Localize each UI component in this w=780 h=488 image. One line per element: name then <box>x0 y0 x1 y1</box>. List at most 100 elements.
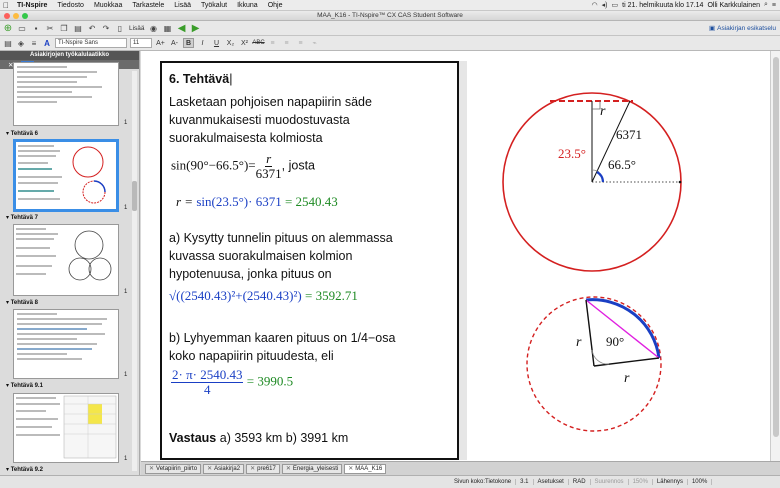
section-tehtava-8[interactable]: ▾ Tehtävä 8 <box>6 299 38 306</box>
battery-icon[interactable]: ▭ <box>612 1 619 9</box>
settings-status[interactable]: Asetukset <box>534 479 569 485</box>
menubar-clock[interactable]: ti 21. helmikuuta klo 17.14 <box>622 2 703 9</box>
angle-mode-status[interactable]: RAD <box>569 479 591 485</box>
math-box-equation-4[interactable]: 2· π· 2540.43 4 = 3990.5 <box>171 368 293 397</box>
tab-maa-k16[interactable]: ✕ MAA_K16 <box>344 463 387 474</box>
subscript-button[interactable]: X₂ <box>225 38 236 48</box>
spotlight-icon[interactable]: ⌕ <box>764 1 768 9</box>
document-tabs-bar: ✕ Vetapiirin_piirto ✕ Asiakirja2 ✕ pre617 ✕… <box>141 461 780 475</box>
math-box-equation-1[interactable]: sin(90°−66.5°)= r 6371, josta <box>171 152 315 181</box>
part-b-line-1[interactable]: b) Lyhyemman kaaren pituus on 1/4−osa <box>169 331 395 346</box>
save-icon[interactable]: ▪ <box>31 23 41 33</box>
underline-button[interactable]: U <box>211 38 222 48</box>
menu-app-name[interactable]: TI-Nspire <box>12 2 52 9</box>
document-settings-icon[interactable]: ▦ <box>163 23 173 33</box>
back-arrow-icon[interactable]: ◀ <box>177 23 187 34</box>
open-icon[interactable]: ▭ <box>17 23 27 33</box>
page-thumbnail[interactable] <box>13 393 119 463</box>
window-title-bar: MAA_K16 - TI-Nspire™ CX CAS Student Soft… <box>0 11 780 21</box>
figure-polar-circle[interactable]: r 6371 23.5° 66.5° <box>490 82 690 282</box>
thumbnail-preview <box>18 145 106 204</box>
page-thumbnail-selected[interactable] <box>13 139 119 212</box>
section-tehtava-9-2[interactable]: ▾ Tehtävä 9.2 <box>6 466 43 473</box>
angle-arc-66 <box>596 171 605 183</box>
document-scrollbar[interactable] <box>770 51 780 461</box>
new-document-icon[interactable]: ⊕ <box>3 23 13 34</box>
volume-icon[interactable]: ◂) <box>602 1 608 9</box>
intro-line-1[interactable]: Lasketaan pohjoisen napapiirin säde <box>169 95 372 110</box>
wifi-icon[interactable]: ◠ <box>592 1 598 9</box>
close-tab-icon[interactable]: ✕ <box>149 465 154 472</box>
menu-tools[interactable]: Työkalut <box>196 2 232 9</box>
apple-icon[interactable]:  <box>0 1 12 10</box>
menu-help[interactable]: Ohje <box>263 2 288 9</box>
font-shrink-icon[interactable]: A- <box>169 38 180 48</box>
answer-line[interactable]: Vastaus a) 3593 km b) 3991 km <box>169 431 348 446</box>
tab-pre617[interactable]: ✕ pre617 <box>246 463 280 474</box>
page-icon[interactable]: ▯ <box>115 23 125 33</box>
menubar-user[interactable]: Olli Karkkulainen <box>707 2 760 9</box>
menu-list-icon[interactable]: ≡ <box>772 2 776 9</box>
menu-window[interactable]: Ikkuna <box>232 2 263 9</box>
section-tehtava-6[interactable]: ▾ Tehtävä 6 <box>6 130 38 137</box>
insert-menu[interactable]: Lisää <box>129 25 145 32</box>
figure-tunnel-arc[interactable]: r r 90° <box>520 294 680 444</box>
intro-line-3[interactable]: suorakulmaisesta kolmiosta <box>169 131 323 146</box>
close-tab-icon[interactable]: ✕ <box>348 465 353 472</box>
align-center-icon[interactable]: ≡ <box>281 38 292 48</box>
align-left-icon[interactable]: ≡ <box>267 38 278 48</box>
undo-icon[interactable]: ↶ <box>87 23 97 33</box>
status-bar: Sivun koko:Tietokone 3.1 Asetukset RAD S… <box>0 475 780 488</box>
align-right-icon[interactable]: ≡ <box>295 38 306 48</box>
page-number: 1 <box>124 289 128 295</box>
font-size-select[interactable]: 11 <box>130 38 152 48</box>
intro-line-2[interactable]: kuvanmukaisesti muodostuvasta <box>169 113 350 128</box>
italic-button[interactable]: I <box>197 38 208 48</box>
math-box-equation-3[interactable]: √((2540.43)²+(2540.43)²) = 3592.71 <box>169 288 358 304</box>
font-name-select[interactable]: TI-Nspire Sans <box>55 38 127 48</box>
document-tools-icon[interactable]: ▤ <box>3 38 13 48</box>
page-thumbnail[interactable] <box>13 309 119 379</box>
tab-vetapiirin-piirto[interactable]: ✕ Vetapiirin_piirto <box>145 463 202 474</box>
redo-icon[interactable]: ↷ <box>101 23 111 33</box>
part-a-line-3[interactable]: hypotenuusa, jonka pituus on <box>169 267 332 282</box>
part-a-line-2[interactable]: kuvassa suorakulmaisen kolmion <box>169 249 352 264</box>
tab-asiakirja2[interactable]: ✕ Asiakirja2 <box>203 463 245 474</box>
line-style-icon[interactable]: ≡ <box>29 38 39 48</box>
text-color-icon[interactable]: A <box>42 38 52 48</box>
menu-file[interactable]: Tiedosto <box>52 2 89 9</box>
part-b-line-2[interactable]: koko napapiirin pituudesta, eli <box>169 349 334 364</box>
screenshot-icon[interactable]: ◉ <box>149 23 159 33</box>
paste-icon[interactable]: ▤ <box>73 23 83 33</box>
format-extra-icon[interactable]: ⌁ <box>309 38 320 48</box>
strikethrough-button[interactable]: ABC <box>252 38 264 48</box>
zoom2-select[interactable]: 100% <box>688 479 713 485</box>
cut-icon[interactable]: ✂ <box>45 23 55 33</box>
tab-energia-yleisesti[interactable]: ✕ Energia_yleisesti <box>281 463 343 474</box>
part-a-line-1[interactable]: a) Kysytty tunnelin pituus on alemmassa <box>169 231 393 246</box>
document-preview-label[interactable]: Asiakirjan esikatselu <box>717 25 776 32</box>
equation-4-fraction: 2· π· 2540.43 4 <box>171 367 244 397</box>
sidebar-scrollbar[interactable] <box>132 71 137 471</box>
forward-arrow-icon[interactable]: ▶ <box>191 23 201 34</box>
section-tehtava-9-1[interactable]: ▾ Tehtävä 9.1 <box>6 382 43 389</box>
zoom-select[interactable]: 150% <box>629 479 653 485</box>
close-tab-icon[interactable]: ✕ <box>286 465 291 472</box>
menu-edit[interactable]: Muokkaa <box>89 2 127 9</box>
page-thumbnail[interactable] <box>13 224 119 296</box>
menu-view[interactable]: Tarkastele <box>127 2 169 9</box>
copy-icon[interactable]: ❐ <box>59 23 69 33</box>
font-grow-icon[interactable]: A+ <box>155 38 166 48</box>
close-tab-icon[interactable]: ✕ <box>207 465 212 472</box>
label-angle-90: 90° <box>606 334 624 349</box>
section-tehtava-7[interactable]: ▾ Tehtävä 7 <box>6 214 38 221</box>
page-size-status[interactable]: Sivun koko:Tietokone <box>450 479 517 485</box>
superscript-button[interactable]: X² <box>239 38 250 48</box>
page-heading[interactable]: 6. Tehtävä| <box>169 72 232 87</box>
math-box-equation-2[interactable]: r = sin(23.5°)· 6371 = 2540.43 <box>176 194 338 210</box>
close-tab-icon[interactable]: ✕ <box>250 465 255 472</box>
fill-color-icon[interactable]: ◈ <box>16 38 26 48</box>
bold-button[interactable]: B <box>183 38 194 48</box>
menu-insert[interactable]: Lisää <box>169 2 196 9</box>
page-thumbnail[interactable] <box>13 62 119 126</box>
